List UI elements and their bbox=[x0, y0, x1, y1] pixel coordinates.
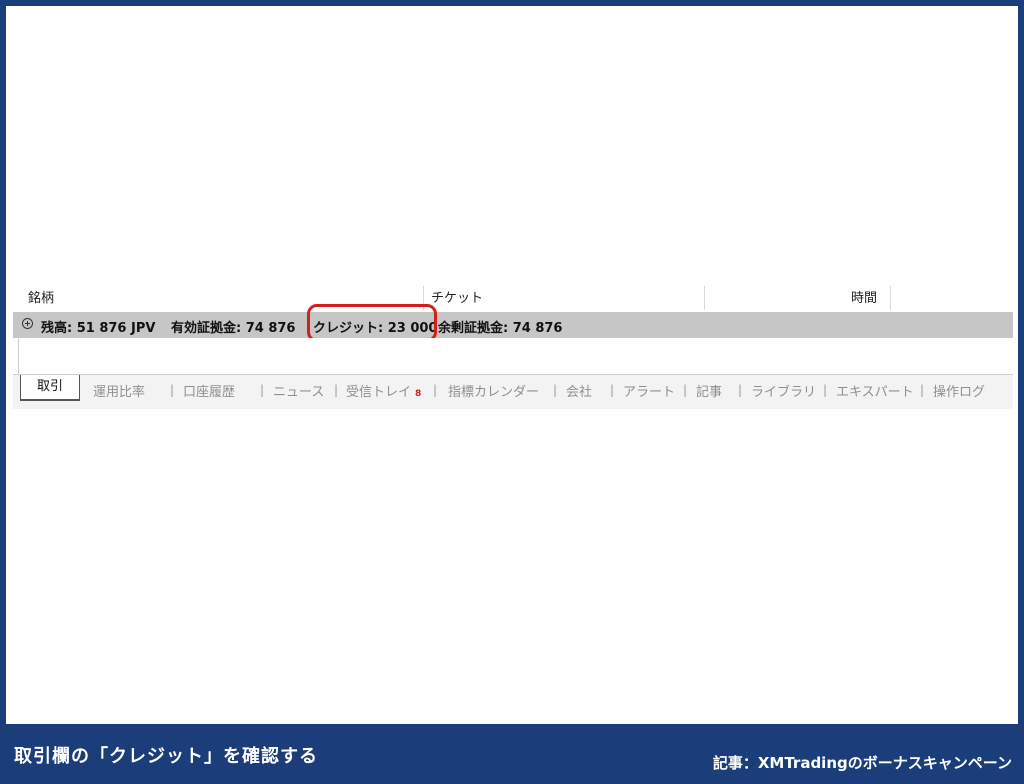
balance-value: 残高: 51 876 JPV bbox=[41, 321, 156, 336]
tab-journal[interactable]: 操作ログ bbox=[933, 381, 985, 400]
article-reference: 記事：XMTradingのボーナスキャンペーン bbox=[712, 754, 1012, 772]
caption-bar: 取引欄の「クレジット」を確認する 記事：XMTradingのボーナスキャンペーン bbox=[0, 724, 1024, 784]
tab-alerts[interactable]: アラート bbox=[623, 381, 675, 400]
tab-separator: | bbox=[170, 383, 175, 397]
account-summary-row[interactable]: 残高: 51 876 JPV 有効証拠金: 74 876 クレジット: 23 0… bbox=[13, 312, 1013, 338]
column-divider[interactable] bbox=[704, 286, 705, 310]
tab-company[interactable]: 会社 bbox=[566, 381, 592, 400]
tab-separator: | bbox=[683, 383, 688, 397]
table-empty-area bbox=[13, 338, 1013, 374]
terminal-table-header: 銘柄 チケット 時間 bbox=[13, 280, 1013, 310]
tab-separator: | bbox=[433, 383, 438, 397]
equity-value: 有効証拠金: 74 876 bbox=[171, 321, 296, 336]
tab-separator: | bbox=[823, 383, 828, 397]
tab-separator: | bbox=[738, 383, 743, 397]
column-header-time[interactable]: 時間 bbox=[851, 287, 877, 306]
credit-highlight-circle bbox=[307, 304, 437, 342]
terminal-tab-bar: 取引 運用比率 | 口座履歴 | ニュース | 受信トレイ 8 | 指標カレンダ… bbox=[13, 374, 1013, 409]
tab-news[interactable]: ニュース bbox=[273, 381, 324, 400]
tab-mailbox[interactable]: 受信トレイ bbox=[346, 381, 411, 400]
tab-trade[interactable]: 取引 bbox=[20, 375, 80, 401]
tab-experts[interactable]: エキスパート bbox=[836, 381, 914, 400]
tab-articles[interactable]: 記事 bbox=[696, 381, 722, 400]
column-header-ticket[interactable]: チケット bbox=[431, 287, 483, 306]
tab-separator: | bbox=[610, 383, 615, 397]
mailbox-count-badge: 8 bbox=[415, 389, 422, 399]
tab-separator: | bbox=[920, 383, 925, 397]
free-margin-value: 余剰証拠金: 74 876 bbox=[438, 321, 563, 336]
tab-calendar[interactable]: 指標カレンダー bbox=[448, 381, 539, 400]
tab-separator: | bbox=[553, 383, 558, 397]
column-divider[interactable] bbox=[890, 286, 891, 310]
tab-account-history[interactable]: 口座履歴 bbox=[183, 381, 235, 400]
tab-exposure[interactable]: 運用比率 bbox=[93, 381, 145, 400]
column-header-symbol[interactable]: 銘柄 bbox=[28, 287, 54, 306]
tab-separator: | bbox=[334, 383, 339, 397]
expand-plus-icon[interactable] bbox=[22, 318, 33, 329]
tab-separator: | bbox=[260, 383, 265, 397]
tab-library[interactable]: ライブラリ bbox=[751, 381, 816, 400]
caption-title: 取引欄の「クレジット」を確認する bbox=[14, 746, 318, 767]
